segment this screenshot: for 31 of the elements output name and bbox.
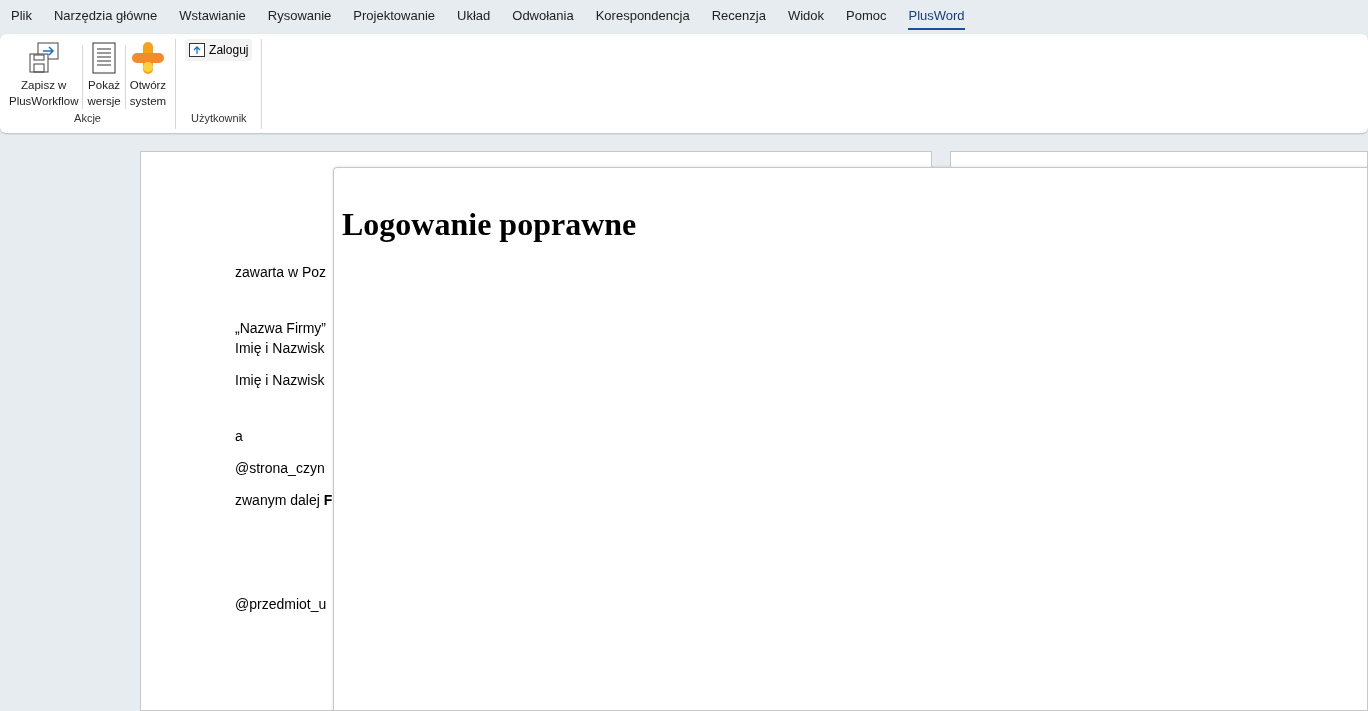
ribbon-tab[interactable]: Recenzja <box>711 4 766 30</box>
ribbon-tab[interactable]: Odwołania <box>512 4 574 30</box>
ribbon-tab[interactable]: Narzędzia główne <box>53 4 158 30</box>
group-label: Akcje <box>74 110 101 126</box>
document-text: @przedmiot_u <box>235 596 327 612</box>
document-text: zawarta w Poz <box>235 264 327 280</box>
document-icon <box>92 42 117 74</box>
ribbon-tab[interactable]: Rysowanie <box>267 4 332 30</box>
ribbon-tab[interactable]: Wstawianie <box>179 4 246 30</box>
document-text: @strona_czyn <box>235 460 325 476</box>
ribbon-tab[interactable]: Pomoc <box>846 4 887 30</box>
ribbon-tab[interactable]: Projektowanie <box>353 4 435 30</box>
group-label: Użytkownik <box>190 110 247 126</box>
save-icon <box>27 42 60 74</box>
document-text: Imię i Nazwisk <box>235 340 325 356</box>
ribbon-tab[interactable]: Plik <box>11 4 32 30</box>
login-button[interactable]: Zaloguj <box>185 39 253 61</box>
plus-logo-icon <box>130 41 165 75</box>
upload-icon <box>189 43 206 57</box>
ribbon-tab[interactable]: Widok <box>787 4 824 30</box>
dialog-heading: Logowanie poprawne <box>342 205 638 244</box>
document-text: Imię i Nazwisk <box>235 372 325 388</box>
document-text: zwanym dalej F <box>235 492 333 508</box>
document-text: „Nazwa Firmy” <box>235 320 326 336</box>
ribbon-button[interactable]: Zapisz w PlusWorkflow <box>5 39 83 109</box>
document-text: a <box>235 428 243 444</box>
ribbon-tab[interactable]: PlusWord <box>908 4 965 30</box>
ribbon-tab[interactable]: Układ <box>457 4 491 30</box>
ribbon-button[interactable]: Pokaż wersje <box>83 39 125 109</box>
ribbon-button[interactable]: Otwórz system <box>125 39 171 109</box>
ribbon-tab[interactable]: Korespondencja <box>595 4 690 30</box>
